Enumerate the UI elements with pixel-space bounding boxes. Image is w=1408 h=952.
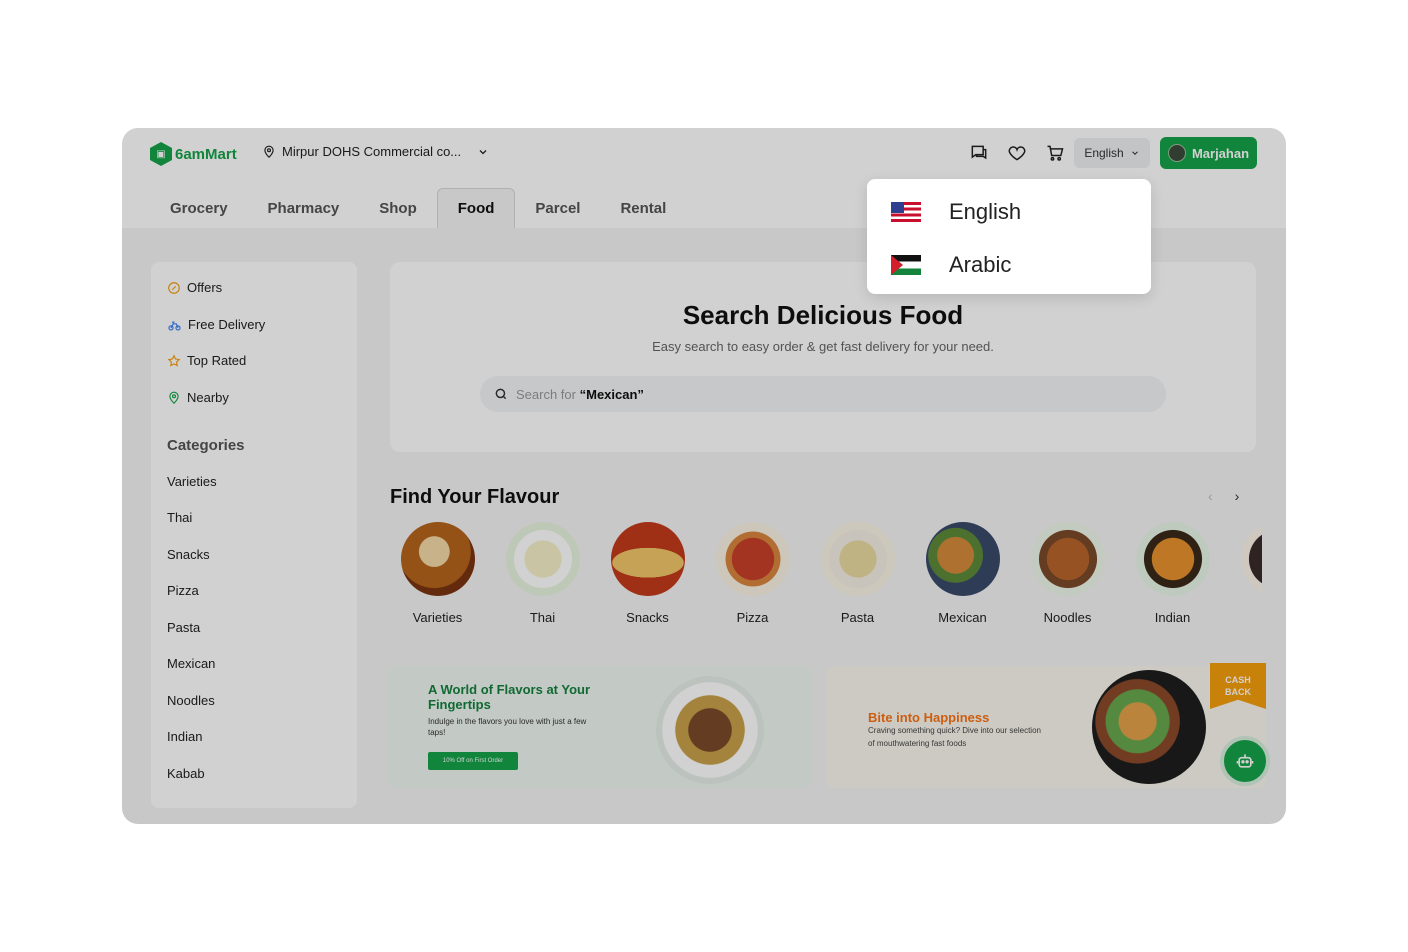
us-flag-icon (891, 202, 921, 222)
palestine-flag-icon (891, 255, 921, 275)
language-option-english[interactable]: English (891, 199, 1021, 225)
language-option-label: English (949, 199, 1022, 224)
language-dropdown: English Arabic (867, 179, 1151, 294)
language-option-label: Arabic (949, 252, 1012, 277)
language-option-arabic[interactable]: Arabic (891, 252, 1011, 278)
